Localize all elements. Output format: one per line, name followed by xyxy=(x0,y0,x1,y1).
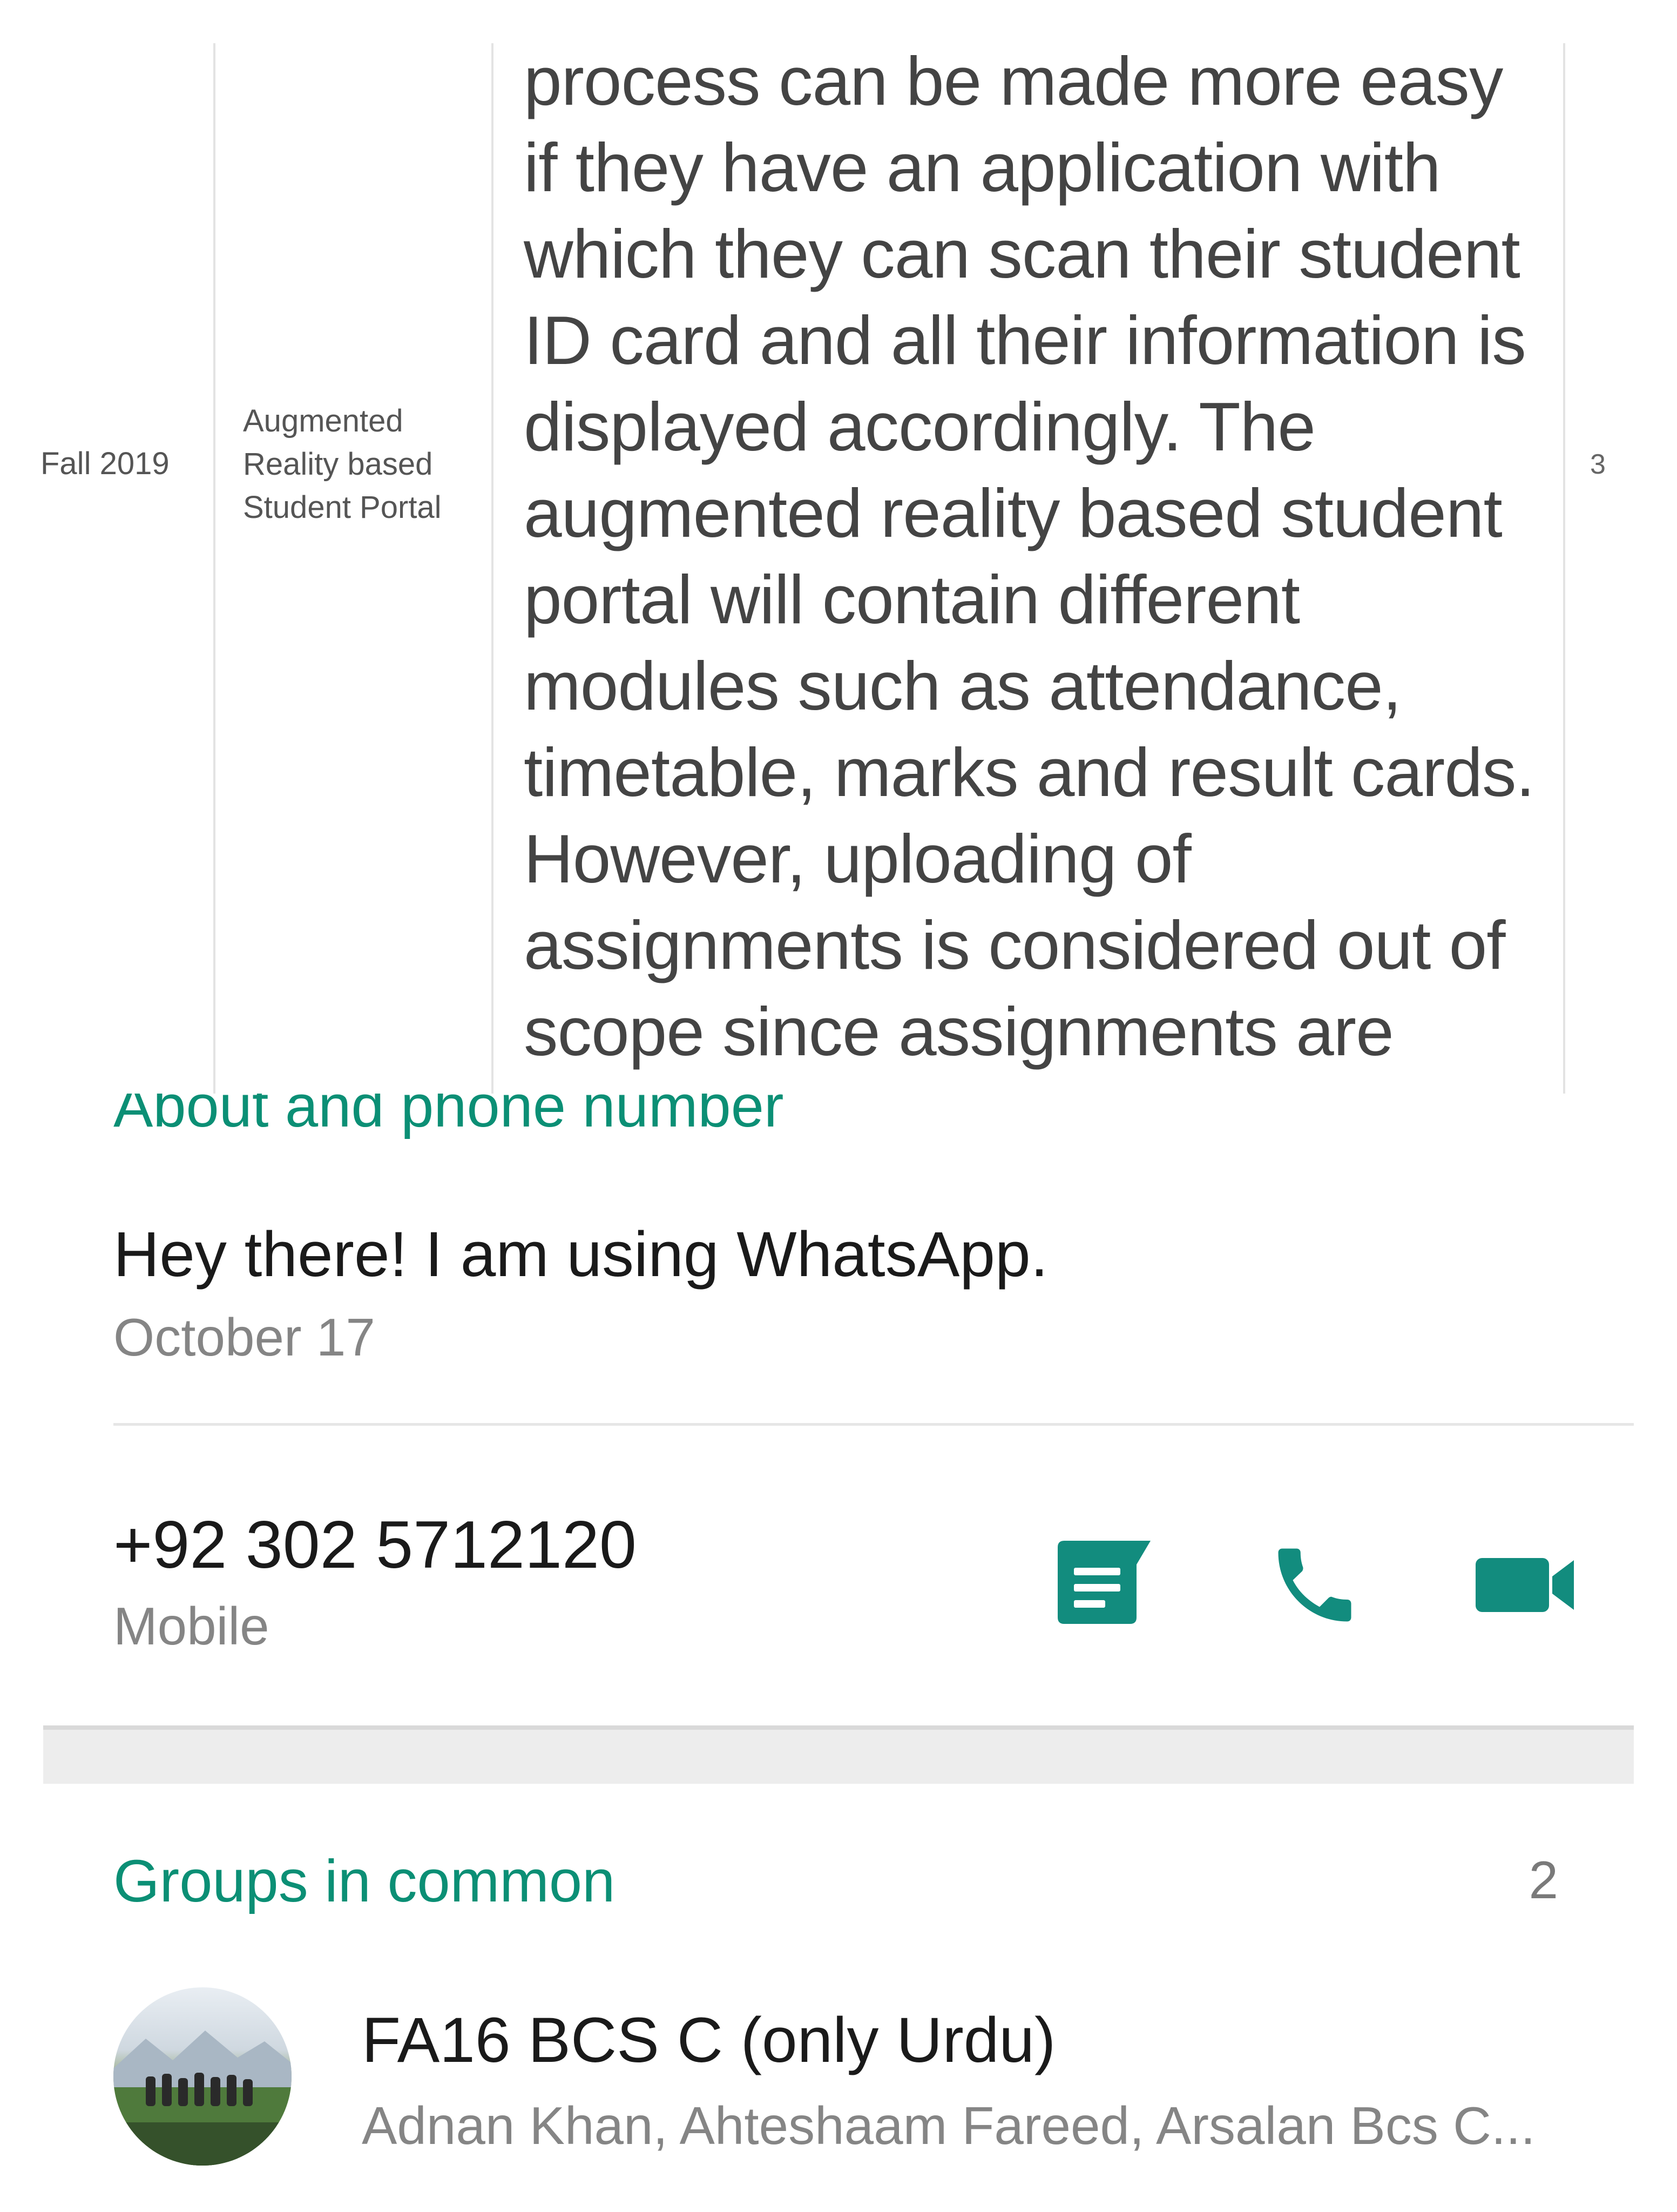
contact-info-screen: Fall 2019 Augmented Reality based Studen… xyxy=(0,0,1677,2212)
table-column-divider xyxy=(213,43,215,1094)
about-section-title: About and phone number xyxy=(113,1094,784,1139)
phone-type-label: Mobile xyxy=(113,1596,269,1656)
table-title-line: Student Portal xyxy=(243,490,442,525)
table-title-cell: Augmented Reality based Student Portal xyxy=(243,400,470,529)
group-name: FA16 BCS C (only Urdu) xyxy=(362,2005,1056,2076)
group-members: Adnan Khan, Ahteshaam Fareed, Arsalan Bc… xyxy=(362,2096,1536,2155)
table-description-cell: process can be made more easy if they ha… xyxy=(524,38,1550,1075)
description-line: which they can scan their student xyxy=(524,215,1520,292)
table-column-divider xyxy=(1563,43,1565,1094)
table-semester-cell: Fall 2019 xyxy=(40,446,170,481)
description-line: displayed accordingly. The xyxy=(524,388,1316,465)
document-table-snippet: Fall 2019 Augmented Reality based Studen… xyxy=(0,0,1677,1094)
description-line: augmented reality based student xyxy=(524,475,1503,551)
group-avatar xyxy=(113,1987,292,2166)
section-divider xyxy=(113,1423,1634,1426)
description-line: However, uploading of xyxy=(524,820,1192,897)
description-line: scope since assignments are xyxy=(524,993,1394,1070)
section-shadow xyxy=(43,1725,1634,1730)
groups-count: 2 xyxy=(1529,1850,1558,1910)
table-column-divider xyxy=(491,43,493,1094)
section-gap xyxy=(43,1730,1634,1784)
video-call-icon[interactable] xyxy=(1471,1536,1579,1634)
phone-icon[interactable] xyxy=(1261,1536,1369,1634)
groups-in-common-title: Groups in common xyxy=(113,1848,616,1914)
about-section-header: About and phone number xyxy=(113,1094,977,1142)
description-line: ID card and all their information is xyxy=(524,302,1526,379)
table-title-line: Augmented xyxy=(243,403,403,439)
about-status-date: October 17 xyxy=(113,1307,375,1367)
description-line: process can be made more easy xyxy=(524,43,1503,119)
description-line: portal will contain different xyxy=(524,561,1300,638)
phone-number[interactable]: +92 302 5712120 xyxy=(113,1507,637,1583)
description-line: modules such as attendance, xyxy=(524,648,1402,724)
description-line: timetable, marks and result cards. xyxy=(524,734,1535,811)
group-list-item[interactable]: FA16 BCS C (only Urdu) Adnan Khan, Ahtes… xyxy=(0,1987,1677,2212)
message-icon[interactable] xyxy=(1050,1536,1158,1634)
about-status-text[interactable]: Hey there! I am using WhatsApp. xyxy=(113,1218,1048,1291)
description-line: assignments is considered out of xyxy=(524,907,1506,983)
table-title-line: Reality based xyxy=(243,447,433,482)
description-line: if they have an application with xyxy=(524,129,1441,206)
group-photo-icon xyxy=(113,2031,292,2166)
table-count-cell: 3 xyxy=(1590,449,1606,480)
